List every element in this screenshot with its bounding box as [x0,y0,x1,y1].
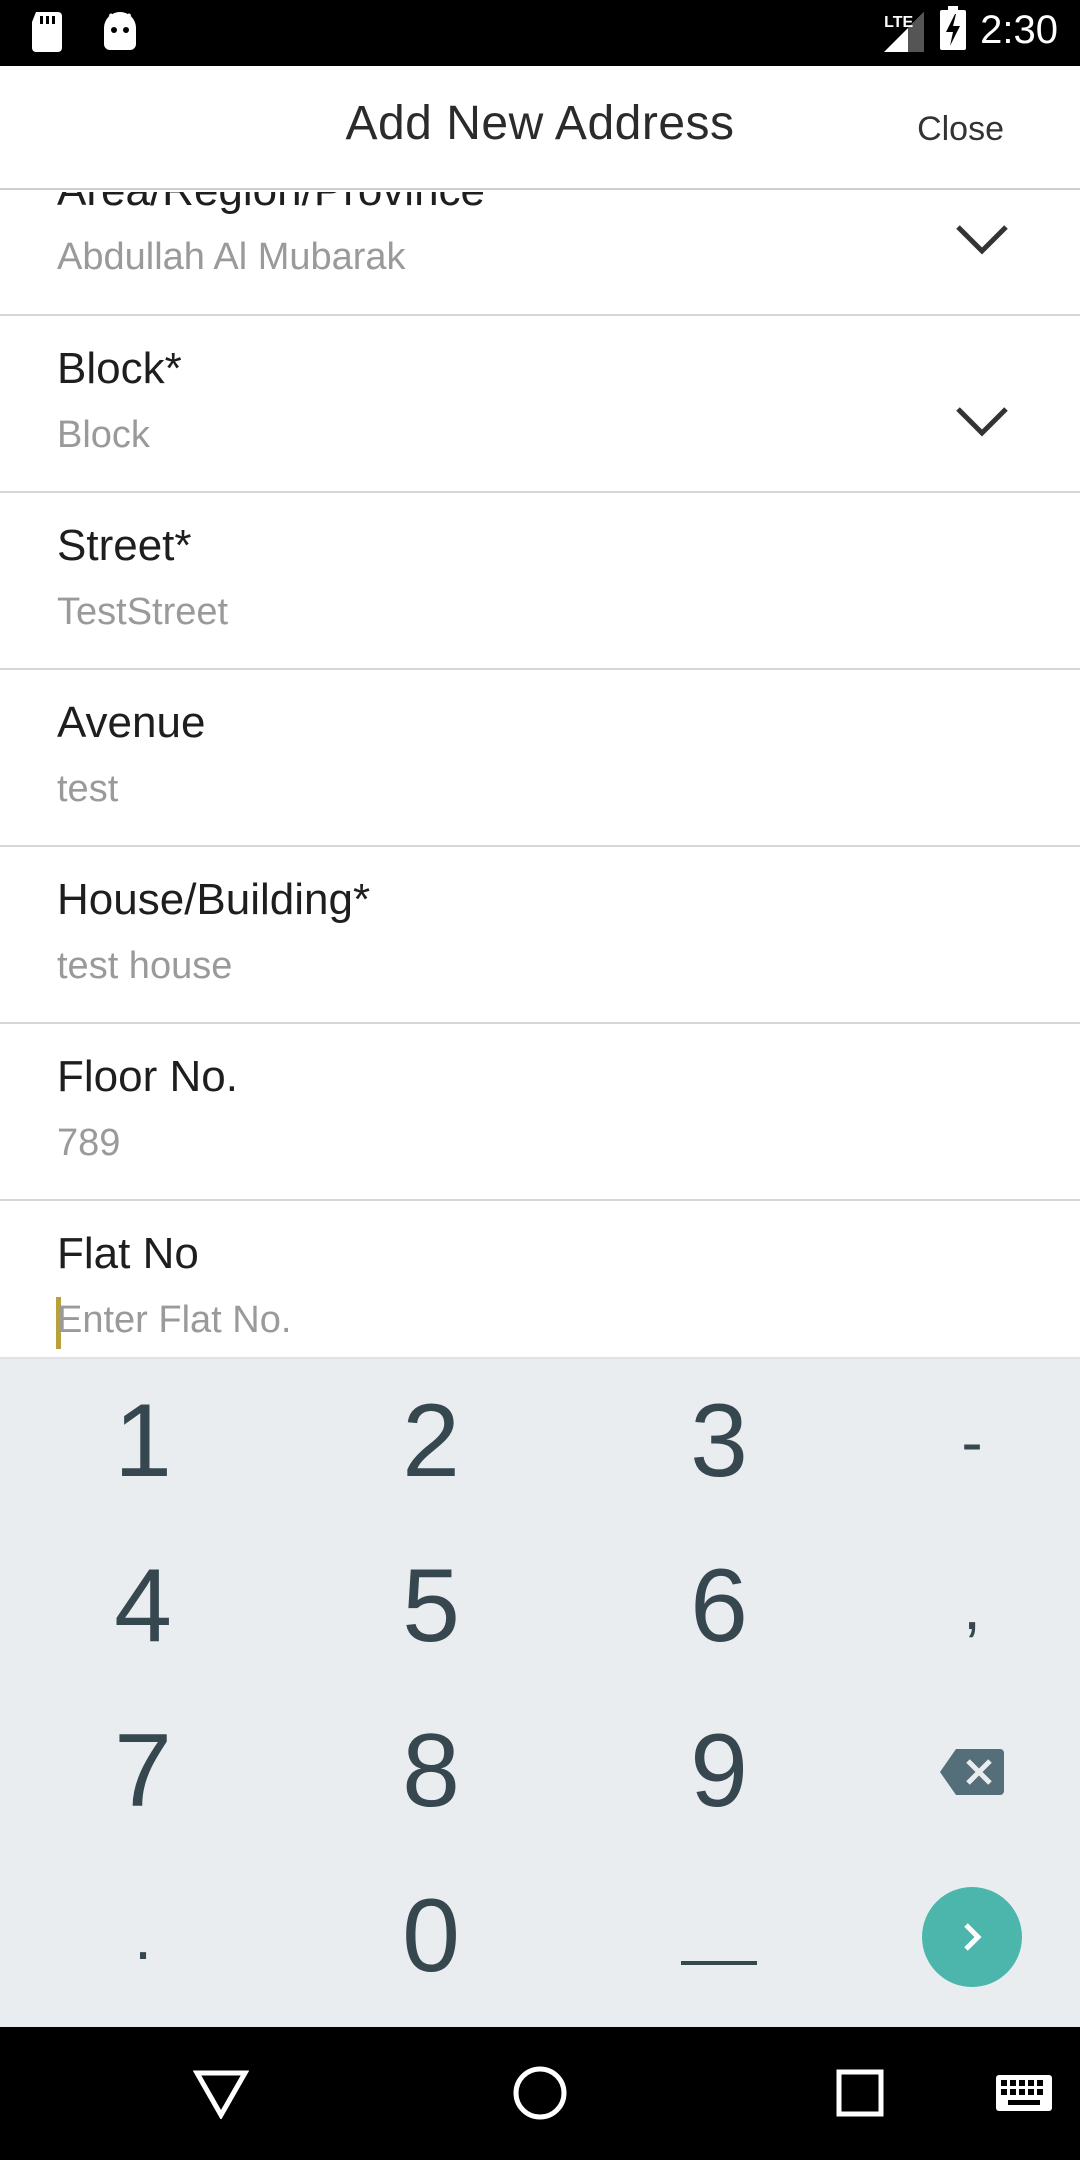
key-0[interactable]: 0 [296,1854,566,2019]
network-type: LTE [884,13,914,31]
back-button[interactable] [181,2057,261,2129]
avenue-field[interactable]: Avenue test [0,670,1080,847]
floor-value: 789 [57,1122,121,1164]
block-field[interactable]: Block* Block [0,316,1080,493]
key-8[interactable]: 8 [296,1689,566,1854]
recents-button[interactable] [820,2057,900,2129]
key-comma[interactable]: , [837,1524,1080,1689]
home-button[interactable] [500,2057,580,2129]
key-5[interactable]: 5 [296,1524,566,1689]
close-button[interactable]: Close [917,110,1004,149]
flat-label: Flat No [57,1229,199,1278]
recents-icon [836,2069,884,2117]
chevron-down-icon[interactable] [954,404,1010,438]
street-value: TestStreet [57,591,229,633]
area-label: Area/Region/Province* [57,192,502,216]
key-7[interactable]: 7 [8,1689,278,1854]
block-label: Block* [57,344,182,393]
key-minus[interactable]: - [837,1359,1080,1524]
floor-label: Floor No. [57,1052,238,1101]
chevron-down-icon[interactable] [954,222,1010,256]
signal-icon: LTE [880,8,926,54]
area-field[interactable]: Area/Region/Province* Abdullah Al Mubara… [0,192,1080,316]
area-value: Abdullah Al Mubarak [57,236,406,278]
keyboard-icon [996,2075,1052,2111]
house-building-field[interactable]: House/Building* test house [0,847,1080,1024]
back-icon [193,2070,249,2119]
block-value: Block [57,414,150,456]
house-building-value: test house [57,945,233,987]
backspace-icon [940,1748,1004,1795]
avenue-label: Avenue [57,698,206,747]
navigation-bar [0,2027,1080,2160]
space-key[interactable] [584,1854,854,2019]
enter-next-icon [922,1886,1022,1987]
numeric-keyboard: 1 2 3 - 4 5 6 , 7 8 9 . 0 [0,1357,1080,2027]
key-6[interactable]: 6 [584,1524,854,1689]
space-icon [681,1960,757,1965]
sd-card-icon [30,12,64,57]
address-form: Area/Region/Province* Abdullah Al Mubara… [0,192,1080,1357]
app-bar: Add New Address Close [0,66,1080,190]
flat-field[interactable]: Flat No Enter Flat No. [0,1201,1080,1357]
key-2[interactable]: 2 [296,1359,566,1524]
android-icon [102,12,138,57]
street-label: Street* [57,521,192,570]
street-field[interactable]: Street* TestStreet [0,493,1080,670]
battery-charging-icon [940,6,967,55]
home-icon [513,2066,567,2120]
house-building-label: House/Building* [57,875,371,924]
key-period[interactable]: . [8,1854,278,2019]
key-1[interactable]: 1 [8,1359,278,1524]
key-4[interactable]: 4 [8,1524,278,1689]
status-time: 2:30 [980,8,1058,52]
avenue-value: test [57,768,119,810]
floor-field[interactable]: Floor No. 789 [0,1024,1080,1201]
status-bar: LTE 2:30 [0,0,1080,66]
keyboard-switch-button[interactable] [984,2057,1064,2129]
key-3[interactable]: 3 [584,1359,854,1524]
enter-next-button[interactable] [837,1854,1080,2019]
flat-input[interactable]: Enter Flat No. [57,1299,291,1342]
key-9[interactable]: 9 [584,1689,854,1854]
backspace-key[interactable] [837,1689,1080,1854]
